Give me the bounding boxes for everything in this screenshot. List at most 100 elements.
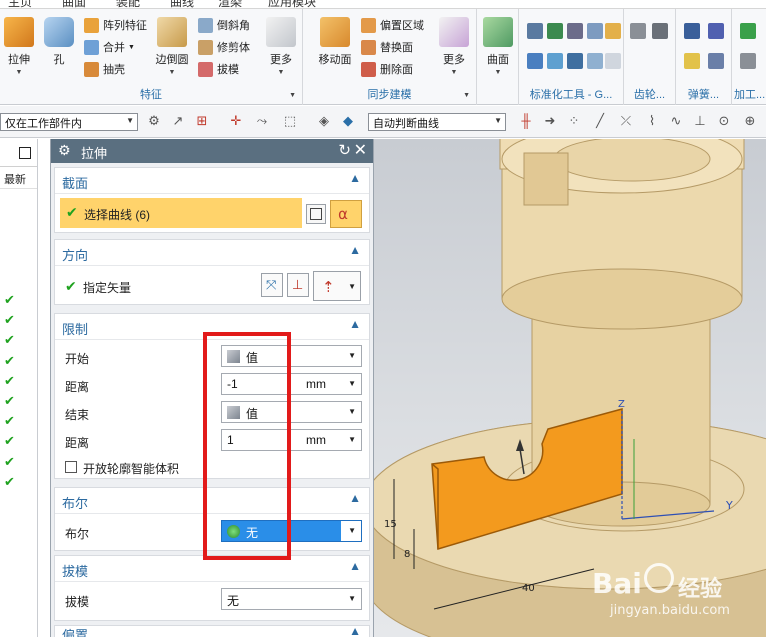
chevron-down-icon[interactable]: ▼: [348, 379, 356, 388]
draft-header[interactable]: 拔模 ▲: [55, 556, 369, 582]
combine-button[interactable]: 合并 ▼: [84, 37, 135, 57]
menu-surface[interactable]: 曲面: [62, 0, 86, 8]
start-distance-input[interactable]: -1 mm ▼: [221, 373, 362, 395]
line-snap-icon[interactable]: ╱: [592, 113, 608, 129]
body-select-icon[interactable]: ◆: [340, 113, 356, 129]
quadrant-icon[interactable]: ⊕: [742, 113, 758, 129]
check-icon[interactable]: ✔: [4, 332, 15, 348]
tool-icon[interactable]: [547, 53, 563, 69]
machining-tool-icon[interactable]: [740, 53, 756, 69]
spring-tool-icon[interactable]: [708, 53, 724, 69]
menu-application[interactable]: 应用模块: [268, 0, 316, 8]
arrow-icon[interactable]: ➜: [542, 113, 558, 129]
intersection-icon[interactable]: ⤫: [618, 113, 634, 129]
reverse-direction-button[interactable]: ⤧: [261, 273, 283, 297]
perpendicular-icon[interactable]: ⊥: [692, 113, 708, 129]
tool-icon[interactable]: [605, 23, 621, 39]
tool-icon[interactable]: [527, 53, 543, 69]
check-icon[interactable]: ✔: [4, 433, 15, 449]
direction-header[interactable]: 方向 ▲: [55, 240, 369, 266]
draft-dropdown[interactable]: 无 ▼: [221, 588, 362, 610]
limits-header[interactable]: 限制 ▲: [55, 314, 369, 340]
chamfer-button[interactable]: 倒斜角: [198, 15, 250, 35]
chevron-down-icon[interactable]: ▼: [348, 435, 356, 444]
hole-button[interactable]: 孔: [40, 15, 78, 79]
graphics-window[interactable]: 40 15 8 Y Z Bai 经验 jingyan.baidu.com: [374, 139, 766, 637]
close-icon[interactable]: ✕: [354, 140, 367, 160]
face-select-icon[interactable]: ◈: [316, 113, 332, 129]
check-icon[interactable]: ✔: [4, 454, 15, 470]
curve-rule-dropdown[interactable]: 自动判断曲线 ▼: [368, 113, 506, 131]
checkbox-icon[interactable]: [19, 147, 31, 159]
menu-home[interactable]: 主页: [8, 0, 32, 8]
curve-selection-button[interactable]: ⍺: [330, 200, 362, 228]
start-unit[interactable]: mm: [306, 377, 326, 391]
draft-button[interactable]: 拔模: [198, 59, 239, 79]
offset-header[interactable]: 偏置 ▲: [55, 626, 369, 637]
menu-render[interactable]: 渲染: [218, 0, 242, 8]
center-icon[interactable]: ⊙: [716, 113, 732, 129]
end-unit[interactable]: mm: [306, 433, 326, 447]
spring-tool-icon[interactable]: [684, 23, 700, 39]
check-icon[interactable]: ✔: [4, 474, 15, 490]
select-curve-row[interactable]: ✔ 选择曲线 (6): [60, 198, 302, 228]
select-icon[interactable]: ↗: [170, 113, 186, 129]
reset-icon[interactable]: ↻: [338, 141, 351, 159]
gear-tool-icon[interactable]: [652, 23, 668, 39]
tool-icon[interactable]: [587, 23, 603, 39]
tool-icon[interactable]: [605, 53, 621, 69]
check-icon[interactable]: ✔: [4, 393, 15, 409]
tool-icon[interactable]: [587, 53, 603, 69]
point-snap-icon[interactable]: ✛: [228, 113, 244, 129]
gear-icon[interactable]: ⚙: [58, 142, 71, 159]
vector-dialog-button[interactable]: ⊥: [287, 273, 309, 297]
feature-select-icon[interactable]: ⊞: [194, 113, 210, 129]
section-header[interactable]: 截面 ▲: [55, 168, 369, 194]
boolean-dropdown[interactable]: 无 ▼: [221, 520, 362, 542]
open-profile-checkbox[interactable]: [65, 461, 77, 473]
check-icon[interactable]: ✔: [4, 312, 15, 328]
feature-more-button[interactable]: 更多 ▼: [262, 15, 300, 79]
machining-tool-icon[interactable]: [740, 23, 756, 39]
vector-type-dropdown[interactable]: ⇡ ▼: [313, 271, 361, 301]
spring-tool-icon[interactable]: [708, 23, 724, 39]
menu-curve[interactable]: 曲线: [170, 0, 194, 8]
box-select-icon[interactable]: ⬚: [282, 113, 298, 129]
pattern-feature-button[interactable]: 阵列特征: [84, 15, 147, 35]
start-type-dropdown[interactable]: 值 ▼: [221, 345, 362, 367]
extrude-button[interactable]: 拉伸 ▼: [0, 15, 38, 79]
spline-point-icon[interactable]: ∿: [668, 113, 684, 129]
move-face-button[interactable]: 移动面: [313, 15, 357, 79]
tool-icon[interactable]: [567, 23, 583, 39]
check-icon[interactable]: ✔: [4, 292, 15, 308]
tool-icon[interactable]: [547, 23, 563, 39]
end-distance-input[interactable]: 1 mm ▼: [221, 429, 362, 451]
check-icon[interactable]: ✔: [4, 413, 15, 429]
check-icon[interactable]: ✔: [4, 373, 15, 389]
tangent-icon[interactable]: ⌇: [644, 113, 660, 129]
endpoint-snap-icon[interactable]: ╫: [518, 113, 534, 129]
surface-button[interactable]: 曲面 ▼: [479, 15, 517, 79]
trim-body-button[interactable]: 修剪体: [198, 37, 250, 57]
group-expand-icon[interactable]: ▼: [463, 92, 470, 99]
end-type-dropdown[interactable]: 值 ▼: [221, 401, 362, 423]
delete-face-button[interactable]: 删除面: [361, 59, 413, 79]
sync-more-button[interactable]: 更多 ▼: [435, 15, 473, 79]
curve-select-icon[interactable]: ⤳: [254, 113, 270, 129]
offset-region-button[interactable]: 偏置区域: [361, 15, 424, 35]
navigator-column-latest[interactable]: 最新: [0, 167, 37, 189]
boolean-header[interactable]: 布尔 ▲: [55, 488, 369, 514]
selection-scope-dropdown[interactable]: 仅在工作部件内 ▼: [0, 113, 138, 131]
spring-tool-icon[interactable]: [684, 53, 700, 69]
gear-tool-icon[interactable]: [630, 23, 646, 39]
replace-face-button[interactable]: 替换面: [361, 37, 413, 57]
tool-icon[interactable]: [567, 53, 583, 69]
midpoint-icon[interactable]: ⁘: [566, 113, 582, 129]
edge-blend-button[interactable]: 边倒圆 ▼: [152, 15, 192, 79]
check-icon[interactable]: ✔: [4, 353, 15, 369]
group-expand-icon[interactable]: ▼: [289, 92, 296, 99]
snap-icon[interactable]: ⚙: [146, 113, 162, 129]
shell-button[interactable]: 抽壳: [84, 59, 125, 79]
tool-icon[interactable]: [527, 23, 543, 39]
sketch-section-button[interactable]: [306, 204, 326, 224]
